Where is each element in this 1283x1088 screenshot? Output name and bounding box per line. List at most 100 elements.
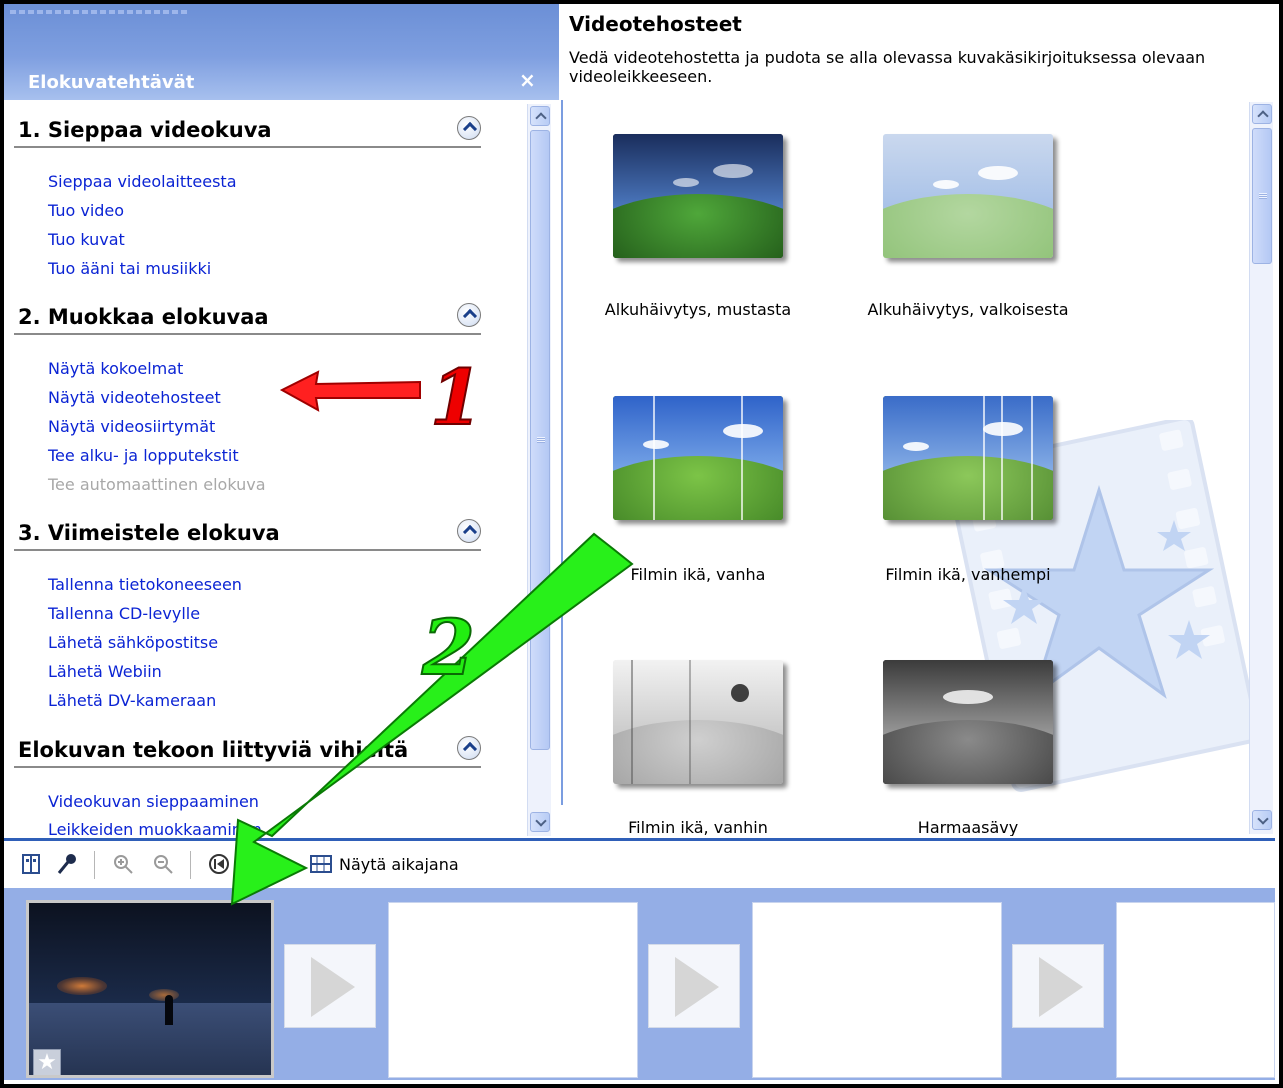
thumb-scratch [1001,396,1003,520]
link-save-to-computer[interactable]: Tallenna tietokoneeseen [48,575,242,594]
clip-slot-4[interactable] [1116,902,1275,1078]
task-pane-scrollbar[interactable] [527,104,551,836]
divider [561,100,563,805]
clip-person [165,995,173,1025]
thumb-scratch [631,660,633,784]
scroll-down-icon[interactable] [530,812,550,832]
rewind-icon[interactable] [208,853,230,875]
link-tip-editing[interactable]: Leikkeiden muokkaaminen [48,820,262,838]
clip-slot-2[interactable] [388,902,638,1078]
link-import-audio[interactable]: Tuo ääni tai musiikki [48,259,211,278]
thumb-cloud [943,690,993,704]
video-clip-1[interactable]: ★ [26,900,274,1078]
effect-film-age-oldest[interactable] [613,660,783,784]
link-import-video[interactable]: Tuo video [48,201,124,220]
narrate-icon[interactable] [56,853,78,875]
effect-label: Filmin ikä, vanhempi [885,565,1051,584]
effect-label: Alkuhäivytys, mustasta [604,300,792,319]
thumb-hill [883,719,1053,784]
section-title: Elokuvan tekoon liittyviä vihjeitä [18,738,409,762]
timeline-icon[interactable] [310,853,332,875]
header-texture [10,10,190,14]
thumb-scratch [741,396,743,520]
scroll-thumb[interactable] [1252,128,1272,264]
link-view-video-effects[interactable]: Näytä videotehosteet [48,388,221,407]
thumb-scratch [983,396,985,520]
thumb-cloud [933,180,959,189]
section-edit-header[interactable]: 2. Muokkaa elokuvaa [14,299,481,335]
thumb-hill [613,193,783,258]
collapse-icon[interactable] [457,519,481,543]
link-automovie: Tee automaattinen elokuva [48,475,266,494]
effects-gallery: Alkuhäivytys, mustasta Alkuhäivytys, val… [559,100,1275,836]
clip-slot-3[interactable] [752,902,1002,1078]
link-send-web[interactable]: Lähetä Webiin [48,662,162,681]
section-capture-header[interactable]: 1. Sieppaa videokuva [14,112,481,148]
task-pane-header: Elokuvatehtävät × [4,4,559,100]
thumb-cloud [903,442,929,451]
effect-label: Alkuhäivytys, valkoisesta [867,300,1069,319]
collapse-icon[interactable] [457,736,481,760]
section-title: 3. Viimeistele elokuva [18,521,280,545]
link-view-video-transitions[interactable]: Näytä videosiirtymät [48,417,215,436]
scroll-up-icon[interactable] [1252,104,1272,124]
scroll-up-icon[interactable] [530,106,550,126]
scroll-thumb[interactable] [530,130,550,750]
effect-label: Filmin ikä, vanhin [628,818,768,836]
collapse-icon[interactable] [457,116,481,140]
storyboard-icon[interactable] [20,853,42,875]
task-pane-content: 1. Sieppaa videokuva Sieppaa videolaitte… [4,100,524,838]
effect-fade-in-white[interactable] [883,134,1053,258]
effects-title: Videotehosteet [569,12,742,36]
thumb-scratch [1031,396,1033,520]
link-capture-from-device[interactable]: Sieppaa videolaitteesta [48,172,237,191]
transition-slot-2[interactable] [648,944,740,1028]
transition-slot-1[interactable] [284,944,376,1028]
thumb-hill [613,719,783,784]
effects-header: Videotehosteet Vedä videotehostetta ja p… [559,4,1275,100]
zoom-out-icon[interactable] [152,853,174,875]
effect-grayscale[interactable] [883,660,1053,784]
effects-description: Vedä videotehostetta ja pudota se alla o… [569,48,1206,86]
collapse-icon[interactable] [457,303,481,327]
effect-fade-in-black[interactable] [613,134,783,258]
show-timeline-button[interactable]: Näytä aikajana [339,855,459,874]
thumb-cloud [643,440,669,449]
thumb-hill [613,455,783,520]
effect-label: Filmin ikä, vanha [630,565,766,584]
separator [94,851,95,879]
thumb-scratch [689,660,691,784]
task-pane-title: Elokuvatehtävät [28,72,195,93]
section-finish-header[interactable]: 3. Viimeistele elokuva [14,515,481,551]
scroll-down-icon[interactable] [1252,810,1272,830]
link-tip-capturing[interactable]: Videokuvan sieppaaminen [48,792,259,811]
zoom-in-icon[interactable] [112,853,134,875]
thumb-hill [883,455,1053,520]
clip-light [149,989,179,1001]
link-save-to-cd[interactable]: Tallenna CD-levylle [48,604,200,623]
effect-film-age-old[interactable] [613,396,783,520]
clip-light [57,977,107,995]
close-icon[interactable]: × [519,68,536,92]
section-tips-header[interactable]: Elokuvan tekoon liittyviä vihjeitä [14,732,481,768]
link-send-dv-camera[interactable]: Lähetä DV-kameraan [48,691,216,710]
task-pane: Elokuvatehtävät × 1. Sieppaa videokuva S… [4,4,559,838]
play-icon[interactable] [248,853,270,875]
thumb-scratch [653,396,655,520]
effect-label: Harmaasävy [917,818,1019,836]
effects-scrollbar[interactable] [1249,102,1273,834]
link-import-pictures[interactable]: Tuo kuvat [48,230,125,249]
effect-star-icon[interactable]: ★ [33,1049,61,1075]
thumb-cloud [983,422,1023,436]
thumb-cloud [723,424,763,438]
link-make-titles[interactable]: Tee alku- ja lopputekstit [48,446,239,465]
section-title: 1. Sieppaa videokuva [18,118,272,142]
thumb-cloud [978,166,1018,180]
link-view-collections[interactable]: Näytä kokoelmat [48,359,183,378]
storyboard-toolbar: Näytä aikajana [4,838,1275,888]
transition-slot-3[interactable] [1012,944,1104,1028]
thumb-blot [731,684,749,702]
link-send-email[interactable]: Lähetä sähköpostitse [48,633,218,652]
clip-snow [29,1003,271,1075]
effect-film-age-older[interactable] [883,396,1053,520]
